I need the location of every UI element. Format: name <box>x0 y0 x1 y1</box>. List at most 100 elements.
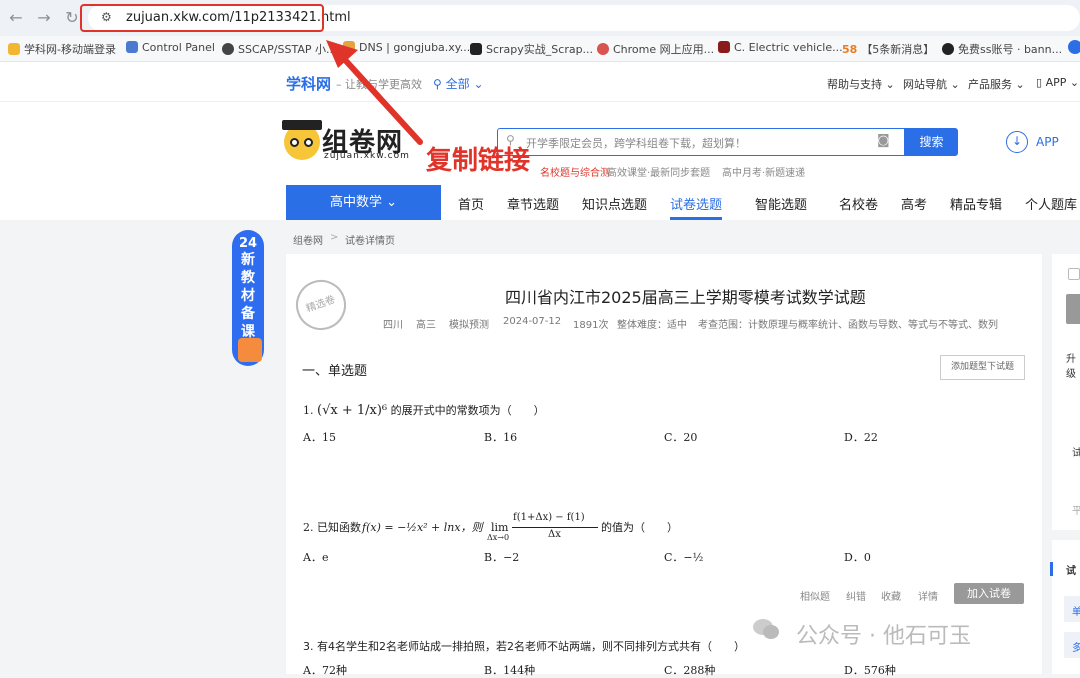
location-pin-icon: ⚲ <box>433 77 446 91</box>
breadcrumb-current: 试卷详情页 <box>345 236 395 247</box>
phone-icon: ▯ <box>1036 76 1046 89</box>
chrome-icon <box>597 43 609 55</box>
checkbox[interactable] <box>1068 268 1080 280</box>
menu-famous-school[interactable]: 名校卷 <box>839 194 878 213</box>
menu-gaokao[interactable]: 高考 <box>901 194 927 213</box>
bookmark-item[interactable]: Control Panel <box>126 41 215 54</box>
meta-scope: 考查范围：计数原理与概率统计、函数与导数、等式与不等式、数列 <box>698 320 998 331</box>
back-icon[interactable]: ← <box>6 8 26 28</box>
question-2-option-b: B．−2 <box>484 551 520 564</box>
menu-knowledge[interactable]: 知识点选题 <box>582 194 647 213</box>
question-2-option-a: A．e <box>303 551 329 564</box>
meta-date: 2024-07-12 <box>503 316 562 327</box>
panel-accent <box>1050 562 1053 576</box>
meta-region[interactable]: 四川 <box>383 316 403 331</box>
globe-icon <box>222 43 234 55</box>
products-link[interactable]: 产品服务 ⌄ <box>968 76 1025 92</box>
question-2-limit-sub: Δx→0 <box>487 533 510 542</box>
bookmark-item[interactable]: 58 【5条新消息】 <box>842 41 934 57</box>
download-icon[interactable]: ↓ <box>1006 131 1028 153</box>
annotation-arrow <box>326 40 423 145</box>
question-2-option-c: C．−½ <box>664 551 704 564</box>
bookmark-item[interactable]: C. Electric vehicle... <box>718 41 843 54</box>
paper-title: 四川省内江市2025届高三上学期零模考试数学试题 <box>505 288 866 307</box>
search-placeholder: 开学季限定会员，跨学科组卷下载，超划算！ <box>526 137 746 150</box>
fraction-bar <box>512 527 598 528</box>
bookmark-item[interactable]: 学科网-移动端登录 <box>8 41 116 57</box>
panel-chip[interactable]: 单 <box>1064 596 1080 622</box>
question-3-option-b: B．144种 <box>484 664 536 677</box>
menu-active-indicator <box>670 217 722 220</box>
bookmark-item[interactable]: 免费ss账号 · bann... <box>942 41 1062 57</box>
menu-personal-bank[interactable]: 个人题库 <box>1025 194 1077 213</box>
site-nav-link[interactable]: 网站导航 ⌄ <box>903 76 960 92</box>
forward-icon[interactable]: → <box>34 8 54 28</box>
question-3-option-d: D．576种 <box>844 664 896 677</box>
58-icon: 58 <box>842 43 858 56</box>
add-question-type-button[interactable]: 添加题型下试题 <box>940 355 1025 380</box>
meta-difficulty: 整体难度：适中 <box>617 320 687 331</box>
question-2-fraction-num: f(1+Δx) − f(1) <box>513 512 585 523</box>
book-icon <box>238 338 262 362</box>
github-icon <box>942 43 954 55</box>
breadcrumb-home[interactable]: 组卷网 <box>293 232 323 247</box>
search-button[interactable]: 搜索 <box>905 128 958 156</box>
spider-icon <box>470 43 482 55</box>
watermark-text: 公众号 · 他石可玉 <box>796 624 971 649</box>
question-3-option-a: A．72种 <box>303 664 347 677</box>
breadcrumb-separator: > <box>330 232 339 243</box>
add-to-paper-button[interactable]: 加入试卷 <box>954 583 1024 604</box>
section-title: 一、单选题 <box>302 364 368 379</box>
details-button[interactable]: 详情 <box>918 588 938 603</box>
panel-label: 试 <box>1072 448 1080 459</box>
panel-chip[interactable]: 多 <box>1064 632 1080 658</box>
similar-questions-button[interactable]: 相似题 <box>800 588 830 603</box>
app-download-link[interactable]: APP <box>1036 135 1059 149</box>
bookmark-item[interactable]: Chrome 网上应用... <box>597 41 714 57</box>
meta-type[interactable]: 模拟预测 <box>449 316 489 331</box>
question-2-prefix: 2. 已知函数 <box>303 521 361 534</box>
bookmark-icon <box>126 41 138 53</box>
hot-link[interactable]: 高效课堂·最新同步套题 <box>607 164 710 179</box>
owl-eye-icon <box>290 138 299 147</box>
question-3-option-c: C．288种 <box>664 664 716 677</box>
owl-eye-icon <box>304 138 313 147</box>
panel-label: 平 <box>1072 506 1080 517</box>
question-1-option-c: C．20 <box>664 431 698 444</box>
panel-button[interactable] <box>1066 294 1080 324</box>
question-1-option-d: D．22 <box>844 431 878 444</box>
question-3-stem[interactable]: 3. 有4名学生和2名老师站成一排拍照，若2名老师不站两端，则不同排列方式共有（… <box>303 638 745 654</box>
favorite-button[interactable]: 收藏 <box>881 588 901 603</box>
menu-premium[interactable]: 精品专辑 <box>950 194 1002 213</box>
question-1-option-a: A．15 <box>303 431 336 444</box>
region-selector[interactable]: ⚲ 全部 ⌄ <box>433 75 484 92</box>
app-link[interactable]: ▯ APP ⌄ <box>1036 76 1079 89</box>
subject-selector[interactable]: 高中数学 ⌄ <box>286 185 441 220</box>
graduation-cap-icon <box>282 120 322 130</box>
panel-title: 试 <box>1066 566 1076 577</box>
chevron-down-icon: ⌄ <box>469 77 484 91</box>
chevron-down-icon: ⌄ <box>381 195 398 210</box>
menu-home[interactable]: 首页 <box>458 194 484 213</box>
url-highlight-box <box>80 4 324 32</box>
help-link[interactable]: 帮助与支持 ⌄ <box>827 76 895 92</box>
report-error-button[interactable]: 纠错 <box>846 588 866 603</box>
menu-chapter[interactable]: 章节选题 <box>507 194 559 213</box>
bookmark-overflow-icon[interactable] <box>1068 40 1080 54</box>
question-1-stem[interactable]: 1. (√x + 1/x)⁶ 的展开式中的常数项为（ ） <box>303 402 545 418</box>
question-2-fraction-den: Δx <box>548 529 561 540</box>
meta-grade[interactable]: 高三 <box>416 316 436 331</box>
hot-link[interactable]: 高中月考·新题速递 <box>722 164 805 179</box>
wechat-icon <box>753 619 779 639</box>
bookmark-item[interactable]: Scrapy实战_Scrap... <box>470 41 593 57</box>
menu-paper[interactable]: 试卷选题 <box>670 194 722 213</box>
hot-link[interactable]: 名校题与综合测 <box>540 164 610 179</box>
camera-icon[interactable]: ◙ <box>877 133 890 148</box>
question-2-option-d: D．0 <box>844 551 871 564</box>
upgrade-label: 升级 <box>1066 354 1076 380</box>
bookmark-icon <box>8 43 20 55</box>
question-2-function: f(x) = −½x² + lnx，则 <box>362 521 483 534</box>
menu-smart[interactable]: 智能选题 <box>755 194 807 213</box>
question-1-option-b: B．16 <box>484 431 518 444</box>
reload-icon[interactable]: ↻ <box>62 8 82 28</box>
